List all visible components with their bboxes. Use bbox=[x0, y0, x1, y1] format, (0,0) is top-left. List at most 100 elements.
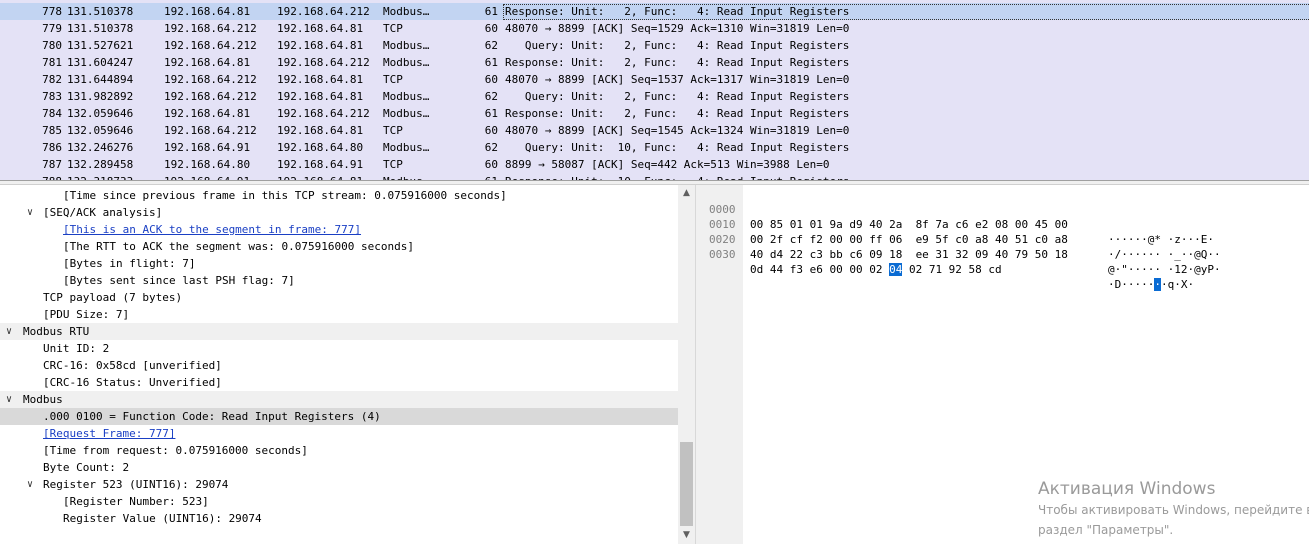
packet-row[interactable]: 785 132.059646 192.168.64.212 192.168.64.81… bbox=[0, 122, 1309, 139]
packet-number: 781 bbox=[42, 56, 62, 69]
tree-item-selected[interactable]: .000 0100 = Function Code: Read Input Re… bbox=[0, 408, 678, 425]
packet-row[interactable]: 783 131.982892 192.168.64.212 192.168.64.81… bbox=[0, 88, 1309, 105]
details-scrollbar[interactable]: ▲ ▼ bbox=[678, 185, 695, 544]
packet-info: Query: Unit: 2, Func: 4: Read Input Regi… bbox=[505, 39, 850, 52]
packet-row[interactable]: 787 132.289458 192.168.64.80 192.168.64.91 T… bbox=[0, 156, 1309, 173]
pane-divider[interactable] bbox=[695, 185, 703, 544]
packet-length: 60 bbox=[484, 73, 498, 86]
ascii-highlighted-char[interactable]: · bbox=[1154, 278, 1161, 291]
bytes-hex[interactable]: 00 2f cf f2 00 00 ff 06 e9 5f c0 a8 40 5… bbox=[750, 232, 1068, 247]
packet-number: 783 bbox=[42, 90, 62, 103]
tree-item-label: [Time from request: 0.075916000 seconds] bbox=[43, 444, 308, 457]
packet-time: 132.059646 bbox=[67, 107, 134, 120]
tree-item-label: [PDU Size: 7] bbox=[43, 308, 130, 321]
packet-time: 131.644894 bbox=[67, 73, 134, 86]
tree-section-header[interactable]: ∨ Modbus bbox=[0, 391, 678, 408]
packet-length: 60 bbox=[484, 158, 498, 171]
tree-item[interactable]: ∨ [SEQ/ACK analysis] bbox=[0, 204, 678, 221]
packet-number: 784 bbox=[42, 107, 62, 120]
tree-item[interactable]: [Bytes sent since last PSH flag: 7] bbox=[0, 272, 678, 289]
packet-number: 788 bbox=[0, 173, 62, 180]
packet-protocol: TCP bbox=[383, 22, 403, 35]
tree-link[interactable]: [This is an ACK to the segment in frame:… bbox=[63, 221, 361, 238]
packet-destination: 192.168.64.80 bbox=[277, 141, 364, 154]
tree-item[interactable]: [Request Frame: 777] bbox=[0, 425, 678, 442]
expand-chevron-icon[interactable]: ∨ bbox=[6, 391, 12, 408]
packet-row-selected[interactable]: 778 131.510378 192.168.64.81 192.168.64.212… bbox=[0, 3, 1309, 20]
packet-length: 61 bbox=[484, 5, 498, 18]
tree-item[interactable]: ∨ Register 523 (UINT16): 29074 bbox=[0, 476, 678, 493]
packet-row[interactable]: 780 131.527621 192.168.64.212 192.168.64.81… bbox=[0, 37, 1309, 54]
packet-row[interactable]: 784 132.059646 192.168.64.81 192.168.64.212… bbox=[0, 105, 1309, 122]
packet-destination: 192.168.64.212 bbox=[277, 5, 370, 18]
packet-info: Response: Unit: 2, Func: 4: Read Input R… bbox=[505, 5, 850, 18]
tree-link[interactable]: [Request Frame: 777] bbox=[43, 425, 175, 442]
bytes-hex[interactable]: 40 d4 22 c3 bb c6 09 18 ee 31 32 09 40 7… bbox=[750, 247, 1068, 262]
tree-item[interactable]: [Time from request: 0.075916000 seconds] bbox=[0, 442, 678, 459]
bytes-ascii[interactable]: ······@* ·z···E· bbox=[1108, 232, 1214, 247]
tree-item[interactable]: Byte Count: 2 bbox=[0, 459, 678, 476]
tree-item-label: CRC-16: 0x58cd [unverified] bbox=[43, 359, 222, 372]
packet-destination: 192.168.64.81 bbox=[277, 39, 364, 52]
tree-item[interactable]: [CRC-16 Status: Unverified] bbox=[0, 374, 678, 391]
packet-number: 786 bbox=[42, 141, 62, 154]
packet-source: 192.168.64.80 bbox=[164, 158, 251, 171]
tree-item[interactable]: [Bytes in flight: 7] bbox=[0, 255, 678, 272]
packet-row[interactable]: 788 132.318733 192.168.64.91 192.168.64.81 M… bbox=[0, 173, 1309, 180]
packet-info: Response: Unit: 10, Func: 4: Read Input … bbox=[505, 173, 849, 180]
packet-number: 785 bbox=[42, 124, 62, 137]
packet-source: 192.168.64.212 bbox=[164, 22, 257, 35]
tree-item[interactable]: Unit ID: 2 bbox=[0, 340, 678, 357]
packet-row[interactable]: 781 131.604247 192.168.64.81 192.168.64.212… bbox=[0, 54, 1309, 71]
packet-source: 192.168.64.212 bbox=[164, 90, 257, 103]
bytes-ascii[interactable]: @·"····· ·12·@yP· bbox=[1108, 262, 1221, 277]
scroll-down-arrow-icon[interactable]: ▼ bbox=[678, 527, 695, 544]
tree-item-label: [Time since previous frame in this TCP s… bbox=[63, 189, 507, 202]
tree-item[interactable]: Register Value (UINT16): 29074 bbox=[0, 510, 678, 527]
packet-destination: 192.168.64.81 bbox=[277, 124, 364, 137]
tree-item-label: [SEQ/ACK analysis] bbox=[43, 206, 163, 219]
packet-protocol: TCP bbox=[383, 73, 403, 86]
packet-info: Response: Unit: 2, Func: 4: Read Input R… bbox=[505, 56, 850, 69]
bytes-ascii[interactable]: ·/······ ·_··@Q·· bbox=[1108, 247, 1221, 262]
tree-item[interactable]: [Register Number: 523] bbox=[0, 493, 678, 510]
hex-highlighted-byte[interactable]: 04 bbox=[889, 263, 903, 276]
packet-destination: 192.168.64.81 bbox=[277, 173, 363, 180]
packet-protocol: TCP bbox=[383, 124, 403, 137]
bytes-hex[interactable]: 0d 44 f3 e6 00 00 02 04 02 71 92 58 cd bbox=[750, 262, 1002, 277]
packet-number: 780 bbox=[42, 39, 62, 52]
tree-item-label: [CRC-16 Status: Unverified] bbox=[43, 376, 222, 389]
tree-item[interactable]: [PDU Size: 7] bbox=[0, 306, 678, 323]
tree-item-label: Register 523 (UINT16): 29074 bbox=[43, 478, 229, 491]
packet-length: 61 bbox=[470, 173, 498, 180]
tree-item[interactable]: [This is an ACK to the segment in frame:… bbox=[0, 221, 678, 238]
expand-chevron-icon[interactable]: ∨ bbox=[6, 323, 12, 340]
tree-item[interactable]: TCP payload (7 bytes) bbox=[0, 289, 678, 306]
packet-row[interactable]: 779 131.510378 192.168.64.212 192.168.64.81… bbox=[0, 20, 1309, 37]
bytes-row: 0000 00 85 01 01 9a d9 40 2a 8f 7a c6 e2… bbox=[703, 187, 1214, 246]
expand-chevron-icon[interactable]: ∨ bbox=[27, 476, 33, 493]
tree-item[interactable]: [Time since previous frame in this TCP s… bbox=[0, 187, 678, 204]
bytes-ascii[interactable]: ·D·······q·X· bbox=[1108, 277, 1194, 292]
packet-length: 62 bbox=[484, 39, 498, 52]
packet-list[interactable]: 778 131.510378 192.168.64.81 192.168.64.212… bbox=[0, 0, 1309, 180]
bytes-hex[interactable]: 00 85 01 01 9a d9 40 2a 8f 7a c6 e2 08 0… bbox=[750, 217, 1068, 232]
packet-source: 192.168.64.81 bbox=[164, 107, 251, 120]
tree-item[interactable]: CRC-16: 0x58cd [unverified] bbox=[0, 357, 678, 374]
tree-item-label: [Bytes in flight: 7] bbox=[63, 257, 196, 270]
tree-section-header[interactable]: ∨ Modbus RTU bbox=[0, 323, 678, 340]
packet-details-tree[interactable]: [Time since previous frame in this TCP s… bbox=[0, 185, 678, 544]
packet-destination: 192.168.64.91 bbox=[277, 158, 364, 171]
ascii-before: ·D····· bbox=[1108, 278, 1155, 291]
expand-chevron-icon[interactable]: ∨ bbox=[27, 204, 33, 221]
packet-time: 131.982892 bbox=[67, 90, 134, 103]
packet-destination: 192.168.64.212 bbox=[277, 107, 370, 120]
scroll-up-arrow-icon[interactable]: ▲ bbox=[678, 185, 695, 202]
scrollbar-thumb[interactable] bbox=[680, 442, 693, 526]
tree-item[interactable]: [The RTT to ACK the segment was: 0.07591… bbox=[0, 238, 678, 255]
packet-time: 131.510378 bbox=[67, 22, 134, 35]
packet-row[interactable]: 782 131.644894 192.168.64.212 192.168.64.81… bbox=[0, 71, 1309, 88]
packet-info: 8899 → 58087 [ACK] Seq=442 Ack=513 Win=3… bbox=[505, 158, 830, 171]
packet-destination: 192.168.64.81 bbox=[277, 22, 364, 35]
packet-row[interactable]: 786 132.246276 192.168.64.91 192.168.64.80 M… bbox=[0, 139, 1309, 156]
